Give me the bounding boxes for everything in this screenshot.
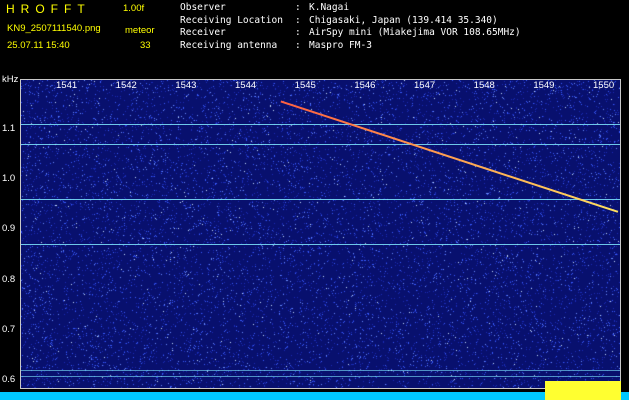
info-value: K.Nagai bbox=[309, 2, 350, 13]
time-tick-label: 1544 bbox=[235, 80, 257, 91]
bottom-level-bar bbox=[0, 392, 629, 400]
time-tick-label: 1550 bbox=[593, 80, 615, 91]
info-value: Chigasaki, Japan (139.414 35.340) bbox=[309, 14, 498, 26]
time-tick-label: 1543 bbox=[175, 80, 197, 91]
info-value: AirSpy mini (Miakejima VOR 108.65MHz) bbox=[309, 27, 521, 39]
frequency-tick-label: 0.7 bbox=[2, 323, 16, 335]
info-row-location: Receiving Location : Chigasaki, Japan (1… bbox=[180, 15, 521, 28]
time-tick-label: 1548 bbox=[473, 80, 495, 91]
time-tick-label: 1542 bbox=[115, 80, 137, 91]
info-row-antenna: Receiving antenna : Maspro FM-3 bbox=[180, 40, 521, 53]
info-row-observer: Observer : K.Nagai bbox=[180, 2, 521, 15]
time-tick-label: 1541 bbox=[56, 80, 78, 91]
hrofft-window: HROFFT 1.00f KN9_2507111540.png meteor 2… bbox=[0, 0, 629, 400]
time-tick-label: 1549 bbox=[533, 80, 555, 91]
info-separator: : bbox=[295, 14, 301, 26]
frequency-tick-label: 0.6 bbox=[2, 374, 16, 385]
app-title: HROFFT bbox=[6, 2, 91, 16]
meteor-count-label: 33 bbox=[140, 40, 151, 51]
info-separator: : bbox=[295, 27, 301, 39]
version-label: 1.00f bbox=[123, 3, 145, 14]
meteor-echo-line bbox=[280, 100, 619, 213]
file-name-label: KN9_2507111540.png bbox=[7, 23, 101, 34]
frequency-unit-label: kHz bbox=[2, 74, 19, 85]
info-key: Receiving antenna bbox=[180, 39, 278, 51]
info-key: Receiver bbox=[180, 27, 226, 39]
time-tick-label: 1547 bbox=[414, 80, 436, 91]
observation-info-table: Observer : K.Nagai Receiving Location : … bbox=[180, 2, 521, 52]
info-separator: : bbox=[295, 2, 301, 13]
frequency-tick-label: 0.9 bbox=[2, 223, 16, 235]
time-tick-label: 1546 bbox=[354, 80, 376, 91]
frequency-tick-label: 1.0 bbox=[2, 173, 16, 185]
meteor-trail bbox=[280, 100, 619, 213]
info-key: Observer bbox=[180, 2, 226, 13]
bottom-level-bar-highlight bbox=[545, 381, 621, 400]
mode-label: meteor bbox=[125, 25, 155, 36]
time-tick-label: 1545 bbox=[294, 80, 316, 91]
spectrogram-plot[interactable] bbox=[20, 79, 621, 389]
info-value: Maspro FM-3 bbox=[309, 39, 372, 51]
frequency-tick-label: 1.1 bbox=[2, 123, 16, 134]
info-key: Receiving Location bbox=[180, 14, 283, 26]
info-row-receiver: Receiver : AirSpy mini (Miakejima VOR 10… bbox=[180, 27, 521, 40]
date-time-label: 25.07.11 15:40 bbox=[7, 40, 70, 51]
info-separator: : bbox=[295, 39, 301, 51]
frequency-tick-label: 0.8 bbox=[2, 273, 16, 285]
